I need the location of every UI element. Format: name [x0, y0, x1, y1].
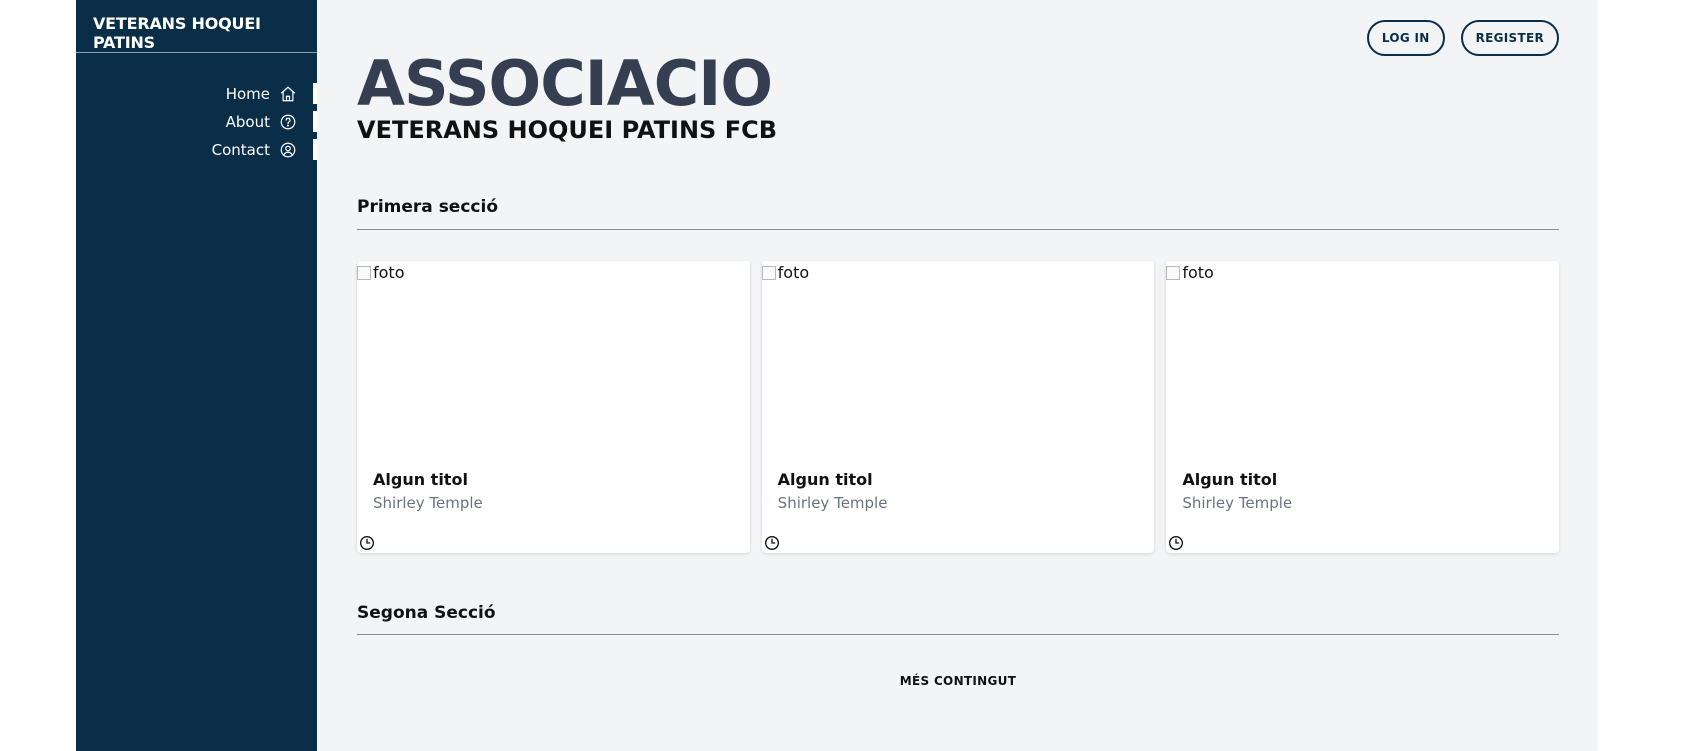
card[interactable]: foto Algun titol Shirley Temple [1166, 261, 1560, 553]
card-title: Algun titol [777, 470, 873, 489]
broken-image-icon [357, 265, 371, 280]
sidebar-item-label: About [225, 113, 270, 131]
broken-image-icon [1166, 265, 1181, 280]
section-title-second: Segona Secció [357, 603, 496, 623]
clock-icon [1168, 535, 1184, 551]
card[interactable]: foto Algun titol Shirley Temple [761, 261, 1155, 553]
user-circle-icon [279, 141, 297, 159]
sidebar-item-contact[interactable]: Contact [76, 136, 317, 164]
brand-title: VETERANS HOQUEI PATINS [76, 0, 317, 53]
more-content-link[interactable]: MÉS CONTINGUT [357, 674, 1559, 688]
clock-icon [764, 535, 780, 551]
card-image: foto [1166, 263, 1214, 282]
card-grid: foto Algun titol Shirley Temple foto Alg… [357, 261, 1560, 553]
card-title: Algun titol [1182, 470, 1278, 489]
card-author: Shirley Temple [777, 494, 888, 512]
sidebar-item-about[interactable]: About [76, 108, 317, 136]
app-frame: VETERANS HOQUEI PATINS Home About Contac… [76, 0, 1598, 751]
card-title: Algun titol [373, 470, 468, 489]
card-image-alt: foto [1182, 263, 1214, 282]
sidebar-nav: Home About Contact [76, 80, 317, 164]
section-divider [357, 229, 1559, 230]
sidebar-item-label: Home [225, 85, 270, 103]
card-author: Shirley Temple [373, 494, 483, 512]
help-circle-icon [279, 113, 297, 131]
card[interactable]: foto Algun titol Shirley Temple [357, 261, 750, 553]
clock-icon [359, 535, 375, 551]
card-author: Shirley Temple [1182, 494, 1293, 512]
login-button[interactable]: LOG IN [1366, 20, 1445, 56]
section-divider [357, 634, 1559, 635]
sidebar: VETERANS HOQUEI PATINS Home About Contac… [76, 0, 317, 751]
page-title: ASSOCIACIO [357, 47, 773, 120]
auth-buttons: LOG IN REGISTER [1366, 20, 1559, 56]
card-image: foto [357, 263, 404, 282]
sidebar-item-label: Contact [211, 141, 270, 159]
broken-image-icon [761, 265, 776, 280]
home-icon [279, 85, 297, 103]
sidebar-item-home[interactable]: Home [76, 80, 317, 108]
register-button[interactable]: REGISTER [1460, 20, 1559, 56]
section-title-first: Primera secció [357, 197, 498, 217]
page-subtitle: VETERANS HOQUEI PATINS FCB [357, 116, 777, 144]
card-image-alt: foto [777, 263, 810, 282]
card-image-alt: foto [373, 263, 405, 282]
card-image: foto [761, 263, 810, 282]
main-content: LOG IN REGISTER ASSOCIACIO VETERANS HOQU… [317, 0, 1598, 751]
